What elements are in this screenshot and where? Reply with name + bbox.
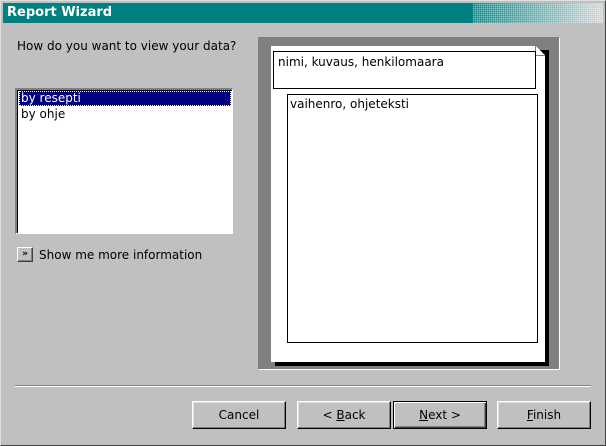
page-fold-corner-icon <box>535 46 545 56</box>
preview-detail-section: vaihenro, ohjeteksti <box>287 94 538 343</box>
list-item-by-resepti[interactable]: by resepti <box>19 91 231 106</box>
finish-button-rest: inish <box>532 408 562 422</box>
view-prompt: How do you want to view your data? <box>17 39 237 53</box>
list-item-by-ohje[interactable]: by ohje <box>19 107 231 122</box>
preview-detail-fields: vaihenro, ohjeteksti <box>290 97 410 111</box>
cancel-button[interactable]: Cancel <box>192 401 286 429</box>
next-button-rest: ext > <box>428 408 461 422</box>
title-bar-gradient <box>473 3 603 23</box>
back-button-rest: ack <box>344 408 366 422</box>
preview-header-section: nimi, kuvaus, henkilomaara <box>273 51 536 89</box>
more-info-button[interactable]: » <box>17 247 33 262</box>
window-title: Report Wizard <box>7 5 113 20</box>
more-info-label: Show me more information <box>39 248 203 262</box>
view-options-listbox[interactable]: by resepti by ohje <box>15 88 233 234</box>
finish-button[interactable]: Finish <box>497 401 591 429</box>
back-button-prefix: < <box>322 408 337 422</box>
title-bar[interactable]: Report Wizard <box>3 3 603 23</box>
preview-header-fields: nimi, kuvaus, henkilomaara <box>278 55 444 69</box>
back-button-mnemonic: B <box>336 408 345 422</box>
back-button[interactable]: < Back <box>297 401 391 429</box>
next-button-mnemonic: N <box>419 408 429 422</box>
report-wizard-window: Report Wizard How do you want to view yo… <box>0 0 606 446</box>
button-separator <box>15 385 591 387</box>
next-button[interactable]: Next > <box>393 401 487 429</box>
